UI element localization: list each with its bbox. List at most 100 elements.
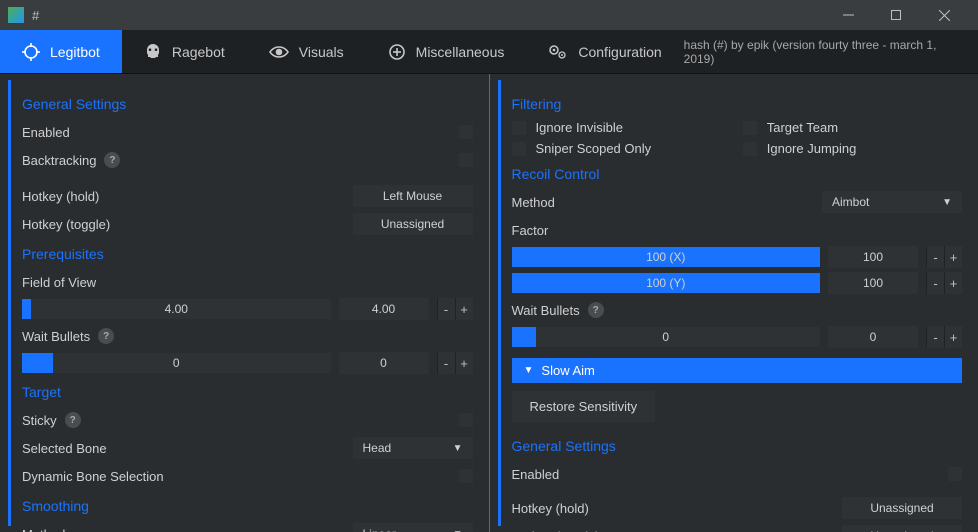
close-button[interactable] — [930, 5, 958, 25]
dynamic-bone-checkbox[interactable] — [459, 469, 473, 483]
enabled2-label: Enabled — [512, 467, 941, 482]
help-icon[interactable]: ? — [98, 328, 114, 344]
ignore-invisible-checkbox[interactable] — [512, 121, 526, 135]
hotkey-hold2-value[interactable]: Unassigned — [842, 497, 962, 519]
slow-aim-label: Slow Aim — [541, 363, 594, 378]
fov-minus[interactable]: - — [437, 298, 455, 320]
fov-input[interactable]: 4.00 — [339, 298, 429, 320]
ignore-invisible-label: Ignore Invisible — [536, 120, 623, 135]
hotkey-hold-value[interactable]: Left Mouse — [353, 185, 473, 207]
maximize-button[interactable] — [882, 5, 910, 25]
section-smoothing: Smoothing — [22, 498, 473, 514]
recoil-factor-label: Factor — [512, 223, 963, 238]
recoil-x-slider[interactable]: 100 (X) — [512, 247, 821, 267]
ignore-jumping-label: Ignore Jumping — [767, 141, 857, 156]
smoothing-method-dropdown[interactable]: Linear▼ — [353, 523, 473, 532]
recoil-y-slider[interactable]: 100 (Y) — [512, 273, 821, 293]
tab-ragebot[interactable]: Ragebot — [122, 30, 247, 73]
sniper-scoped-checkbox[interactable] — [512, 142, 526, 156]
left-panel: General Settings Enabled Backtracking? H… — [0, 74, 490, 532]
recoil-y-input[interactable]: 100 — [828, 272, 918, 294]
target-team-checkbox[interactable] — [743, 121, 757, 135]
tab-visuals[interactable]: Visuals — [247, 30, 366, 73]
wait-input[interactable]: 0 — [339, 352, 429, 374]
dynamic-bone-label: Dynamic Bone Selection — [22, 469, 451, 484]
bone-dropdown-value: Head — [363, 441, 392, 455]
crosshair-icon — [22, 43, 40, 61]
tab-label: Configuration — [578, 44, 661, 60]
recoil-wait-minus[interactable]: - — [926, 326, 944, 348]
wait-slider[interactable]: 0 — [22, 353, 331, 373]
recoil-y-plus[interactable]: + — [944, 272, 962, 294]
recoil-method-value: Aimbot — [832, 195, 869, 209]
backtracking-label: Backtracking — [22, 153, 96, 168]
smoothing-method-label: Method — [22, 527, 353, 532]
gears-icon — [548, 43, 568, 61]
recoil-wait-label: Wait Bullets — [512, 303, 580, 318]
backtracking-checkbox[interactable] — [459, 153, 473, 167]
version-text: hash (#) by epik (version fourty three -… — [684, 30, 978, 73]
chevron-down-icon: ▼ — [942, 197, 952, 208]
recoil-x-value: 100 (X) — [512, 250, 821, 264]
fov-slider[interactable]: 4.00 — [22, 299, 331, 319]
fov-plus[interactable]: + — [455, 298, 473, 320]
chevron-down-icon: ▼ — [453, 443, 463, 454]
tab-label: Miscellaneous — [416, 44, 505, 60]
enabled-label: Enabled — [22, 125, 451, 140]
enabled2-checkbox[interactable] — [948, 467, 962, 481]
recoil-wait-value: 0 — [512, 330, 821, 344]
tab-miscellaneous[interactable]: Miscellaneous — [366, 30, 527, 73]
tab-configuration[interactable]: Configuration — [526, 30, 683, 73]
restore-sensitivity-button[interactable]: Restore Sensitivity — [512, 391, 656, 422]
minimize-button[interactable] — [834, 5, 862, 25]
fov-slider-value: 4.00 — [22, 302, 331, 316]
recoil-wait-slider[interactable]: 0 — [512, 327, 821, 347]
titlebar: # — [0, 0, 978, 30]
app-icon — [8, 7, 24, 23]
hotkey-toggle-value[interactable]: Unassigned — [353, 213, 473, 235]
help-icon[interactable]: ? — [588, 302, 604, 318]
tabbar: Legitbot Ragebot Visuals Miscellaneous C… — [0, 30, 978, 74]
right-panel: Filtering Ignore Invisible Target Team S… — [490, 74, 978, 532]
recoil-wait-plus[interactable]: + — [944, 326, 962, 348]
enabled-checkbox[interactable] — [459, 125, 473, 139]
skull-icon — [144, 43, 162, 61]
hotkey-toggle-label: Hotkey (toggle) — [22, 217, 353, 232]
slow-aim-accordion[interactable]: ▼ Slow Aim — [512, 358, 963, 383]
recoil-y-value: 100 (Y) — [512, 276, 821, 290]
chevron-down-icon: ▼ — [453, 529, 463, 532]
sniper-scoped-label: Sniper Scoped Only — [536, 141, 652, 156]
tab-label: Ragebot — [172, 44, 225, 60]
wait-plus[interactable]: + — [455, 352, 473, 374]
section-general-settings-2: General Settings — [512, 438, 963, 454]
sticky-checkbox[interactable] — [459, 413, 473, 427]
wait-bullets-label: Wait Bullets — [22, 329, 90, 344]
hotkey-toggle2-value[interactable]: Unassigned — [842, 525, 962, 532]
recoil-x-input[interactable]: 100 — [828, 246, 918, 268]
hotkey-hold-label: Hotkey (hold) — [22, 189, 353, 204]
selected-bone-label: Selected Bone — [22, 441, 353, 456]
tab-label: Legitbot — [50, 44, 100, 60]
tab-legitbot[interactable]: Legitbot — [0, 30, 122, 73]
recoil-x-plus[interactable]: + — [944, 246, 962, 268]
help-icon[interactable]: ? — [65, 412, 81, 428]
ignore-jumping-checkbox[interactable] — [743, 142, 757, 156]
section-recoil-control: Recoil Control — [512, 166, 963, 182]
eye-icon — [269, 45, 289, 59]
fov-label: Field of View — [22, 275, 473, 290]
wait-slider-value: 0 — [22, 356, 331, 370]
recoil-method-label: Method — [512, 195, 823, 210]
bone-dropdown[interactable]: Head ▼ — [353, 437, 473, 459]
recoil-wait-input[interactable]: 0 — [828, 326, 918, 348]
section-prerequisites: Prerequisites — [22, 246, 473, 262]
plus-circle-icon — [388, 43, 406, 61]
hotkey-hold2-label: Hotkey (hold) — [512, 501, 843, 516]
section-filtering: Filtering — [512, 96, 963, 112]
recoil-method-dropdown[interactable]: Aimbot ▼ — [822, 191, 962, 213]
wait-minus[interactable]: - — [437, 352, 455, 374]
recoil-y-minus[interactable]: - — [926, 272, 944, 294]
recoil-x-minus[interactable]: - — [926, 246, 944, 268]
section-target: Target — [22, 384, 473, 400]
help-icon[interactable]: ? — [104, 152, 120, 168]
hotkey-toggle2-label: Hotkey (toggle) — [512, 529, 843, 532]
